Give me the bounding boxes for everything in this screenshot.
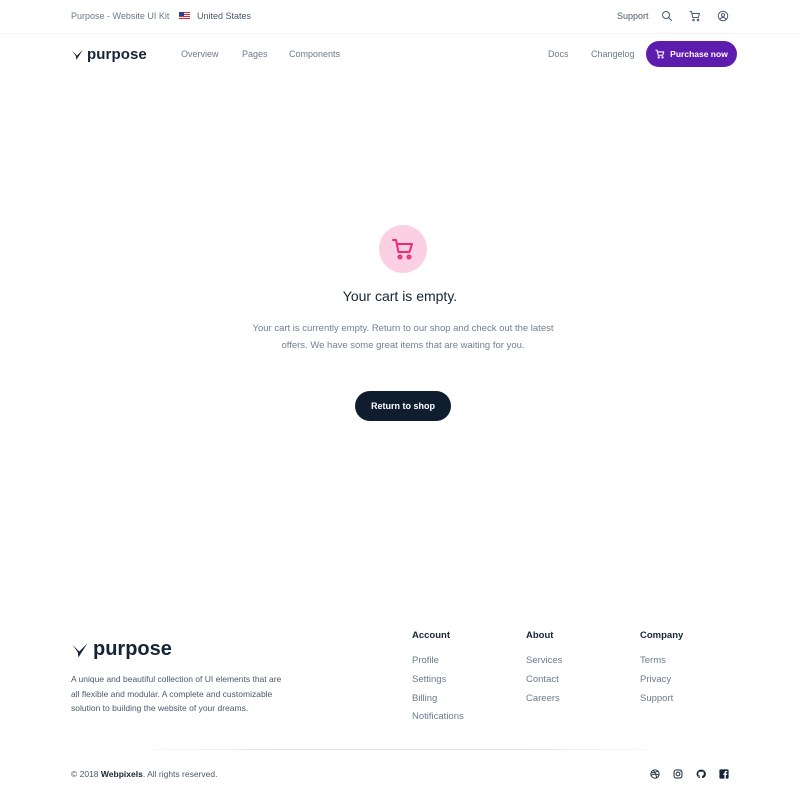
footer-brand-name: purpose xyxy=(93,638,172,660)
support-link[interactable]: Support xyxy=(617,11,649,21)
kit-label[interactable]: Purpose - Website UI Kit xyxy=(71,11,169,21)
copyright-prefix: © 2018 xyxy=(71,769,99,779)
footer-link-contact[interactable]: Contact xyxy=(526,671,562,690)
empty-cart-title: Your cart is empty. xyxy=(342,288,458,304)
footer-link-notifications[interactable]: Notifications xyxy=(412,708,464,727)
footer-link-support[interactable]: Support xyxy=(640,690,683,709)
us-flag-icon[interactable] xyxy=(179,12,190,20)
cart-icon[interactable] xyxy=(689,10,701,22)
cart-icon xyxy=(392,239,413,260)
nav-pages[interactable]: Pages xyxy=(242,49,268,59)
nav-docs[interactable]: Docs xyxy=(548,49,569,59)
copyright-brand-link[interactable]: Webpixels xyxy=(101,769,143,779)
footer-link-careers[interactable]: Careers xyxy=(526,690,562,709)
copyright-text: © 2018 Webpixels. All rights reserved. xyxy=(71,769,217,779)
footer-column-title: About xyxy=(526,630,554,641)
country-selector[interactable]: United States xyxy=(197,11,251,21)
footer-link-privacy[interactable]: Privacy xyxy=(640,671,683,690)
footer-link-billing[interactable]: Billing xyxy=(412,690,464,709)
footer-link-terms[interactable]: Terms xyxy=(640,652,683,671)
nav-overview[interactable]: Overview xyxy=(181,49,219,59)
user-icon[interactable] xyxy=(717,10,729,22)
footer-column-about: About Services Contact Careers xyxy=(526,630,562,708)
footer-divider xyxy=(120,749,680,750)
bird-logo-icon xyxy=(72,642,88,657)
search-icon[interactable] xyxy=(661,10,673,22)
bird-logo-icon xyxy=(72,49,83,60)
github-icon[interactable] xyxy=(696,769,706,779)
copyright-suffix: . All rights reserved. xyxy=(142,769,218,779)
footer-brand-logo[interactable]: purpose xyxy=(71,638,172,661)
footer-description: A unique and beautiful collection of UI … xyxy=(71,674,282,713)
nav-components[interactable]: Components xyxy=(289,49,340,59)
footer-link-services[interactable]: Services xyxy=(526,652,562,671)
brand-name: purpose xyxy=(87,45,147,63)
footer-column-account: Account Profile Settings Billing Notific… xyxy=(412,630,464,727)
cart-icon xyxy=(655,49,665,59)
nav-changelog[interactable]: Changelog xyxy=(591,49,635,59)
brand-logo[interactable]: purpose xyxy=(71,44,147,64)
return-to-shop-button[interactable]: Return to shop xyxy=(355,391,451,421)
empty-cart-text: Your cart is currently empty. Return to … xyxy=(252,323,554,351)
dribbble-icon[interactable] xyxy=(650,769,660,779)
facebook-icon[interactable] xyxy=(719,769,729,779)
footer-link-profile[interactable]: Profile xyxy=(412,652,464,671)
footer-link-settings[interactable]: Settings xyxy=(412,671,464,690)
purchase-now-label: Purchase now xyxy=(670,49,728,59)
empty-cart-icon-circle xyxy=(379,225,427,273)
footer-column-company: Company Terms Privacy Support xyxy=(640,630,683,708)
top-bar: Purpose - Website UI Kit United States S… xyxy=(0,0,800,34)
instagram-icon[interactable] xyxy=(673,769,683,779)
footer-column-title: Company xyxy=(640,630,684,641)
footer-column-title: Account xyxy=(412,630,450,641)
purchase-now-button[interactable]: Purchase now xyxy=(646,41,737,67)
